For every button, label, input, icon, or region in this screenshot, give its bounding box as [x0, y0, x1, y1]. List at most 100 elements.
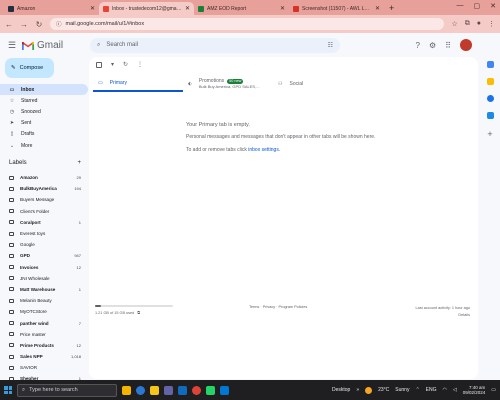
browser-menu-icon[interactable]: ⋮ — [488, 20, 495, 28]
edge-icon[interactable] — [136, 385, 145, 395]
browser-tab[interactable]: AMZ EOD Report ✕ — [194, 2, 289, 15]
label-item[interactable]: Client's Folder — [0, 206, 88, 217]
browser-tab[interactable]: Screenshot (11507) - AWL LAU... ✕ — [289, 2, 384, 15]
browser-tab[interactable]: Amazon ✕ — [4, 2, 99, 15]
whatsapp-icon[interactable] — [206, 385, 215, 395]
open-external-icon[interactable]: ⧉ — [137, 311, 140, 315]
label-item[interactable]: BulkBuyAmerica 194 — [0, 183, 88, 194]
teams-icon[interactable] — [164, 385, 173, 395]
sidebar-item-sent[interactable]: ➤ Sent — [0, 118, 88, 129]
desktop-label[interactable]: Desktop — [332, 387, 350, 393]
task-view-icon[interactable] — [122, 385, 131, 395]
close-tab-icon[interactable]: ✕ — [90, 5, 95, 12]
avatar[interactable] — [460, 39, 472, 51]
label-item[interactable]: Google — [0, 239, 88, 250]
label-name: GPD — [20, 253, 30, 259]
keep-icon[interactable] — [486, 78, 494, 85]
inbox-settings-link[interactable]: inbox settings. — [248, 147, 280, 153]
label-item[interactable]: GPD 947 — [0, 250, 88, 261]
tab-title: Primary — [109, 79, 127, 86]
site-info-icon[interactable]: ⓘ — [56, 20, 62, 28]
sidebar-item-more[interactable]: ⌄ More — [0, 140, 88, 151]
tab-primary[interactable]: ▭ Primary — [93, 75, 183, 92]
apps-grid-icon[interactable]: ⠿ — [445, 41, 451, 50]
extensions-icon[interactable]: ⧉ — [465, 20, 470, 28]
label-item[interactable]: Amazon 29 — [0, 172, 88, 183]
photos-icon[interactable] — [220, 385, 229, 395]
bookmark-star-icon[interactable]: ☆ — [451, 20, 457, 28]
close-tab-icon[interactable]: ✕ — [375, 5, 380, 12]
gmail-logo[interactable]: Gmail — [22, 40, 86, 51]
profile-icon[interactable]: ● — [477, 20, 481, 28]
label-item[interactable]: JNI Wholesale — [0, 273, 88, 284]
tray-arrow-icon[interactable]: ⌃ — [415, 387, 419, 393]
policy-links[interactable]: Terms · Privacy · Program Policies — [249, 305, 307, 309]
taskbar-search-input[interactable]: ⌕ Type here to search — [17, 383, 117, 397]
label-item[interactable]: Sales NPP 1,018 — [0, 351, 88, 362]
weather-text[interactable]: Sunny — [395, 387, 409, 393]
url-input[interactable]: ⓘ mail.google.com/mail/u/1/#inbox — [50, 18, 445, 30]
label-item[interactable]: Invoices 12 — [0, 262, 88, 273]
compose-button[interactable]: ✎ Compose — [5, 58, 54, 78]
sidebar-item-drafts[interactable]: ▯ Drafts — [0, 129, 88, 140]
select-dropdown-icon[interactable]: ▾ — [111, 61, 114, 68]
close-tab-icon[interactable]: ✕ — [280, 5, 285, 12]
contacts-icon[interactable] — [486, 112, 494, 119]
reload-icon[interactable]: ↻ — [35, 20, 43, 29]
help-icon[interactable]: ? — [416, 41, 420, 50]
sidebar-item-starred[interactable]: ☆ Starred — [0, 95, 88, 106]
sidebar-item-inbox[interactable]: ▭ Inbox — [0, 84, 88, 96]
close-window-button[interactable]: ✕ — [490, 2, 496, 10]
close-tab-icon[interactable]: ✕ — [185, 5, 190, 12]
search-options-icon[interactable]: ☷ — [328, 42, 333, 49]
sidebar-item-snoozed[interactable]: ◷ Snoozed — [0, 106, 88, 117]
file-explorer-icon[interactable] — [150, 385, 159, 395]
wifi-icon[interactable]: ◠ — [443, 387, 447, 393]
store-icon[interactable] — [178, 385, 187, 395]
tasks-icon[interactable] — [486, 95, 494, 102]
inbox-icon: ▭ — [9, 86, 15, 93]
calendar-icon[interactable] — [486, 61, 494, 68]
select-all-checkbox[interactable] — [96, 61, 102, 68]
settings-gear-icon[interactable]: ⚙ — [429, 41, 436, 50]
search-input[interactable]: ⌕ Search mail ☷ — [90, 37, 340, 53]
tab-social[interactable]: ⚇ Social — [273, 75, 363, 92]
label-name: Client's Folder — [20, 208, 50, 214]
search-icon[interactable]: ⌕ — [97, 42, 100, 49]
new-tab-button[interactable]: + — [384, 2, 399, 15]
add-addon-icon[interactable]: + — [487, 129, 492, 139]
back-icon[interactable]: ← — [5, 20, 13, 29]
sidebar-item-label: Starred — [21, 97, 38, 104]
windows-start-icon[interactable] — [4, 386, 12, 394]
details-link[interactable]: Details — [416, 312, 470, 319]
label-item[interactable]: Matt Warehouse 1 — [0, 284, 88, 295]
browser-tab[interactable]: Inbox - trustedecom12@gmail... ✕ — [99, 2, 194, 15]
label-item[interactable]: Everest toys — [0, 228, 88, 239]
main-menu-icon[interactable]: ☰ — [2, 40, 22, 51]
clock[interactable]: 7:40 am 09/02/2024 — [463, 385, 486, 396]
add-label-button[interactable]: + — [77, 160, 81, 166]
maximize-button[interactable]: ▢ — [474, 2, 481, 10]
label-item[interactable]: Prime Products 12 — [0, 340, 88, 351]
language-indicator[interactable]: ENG — [426, 387, 437, 393]
refresh-icon[interactable]: ↻ — [123, 61, 128, 68]
temperature[interactable]: 23°C — [378, 387, 389, 393]
notifications-icon[interactable]: ▭ — [491, 387, 496, 393]
label-item[interactable]: Price master — [0, 329, 88, 340]
storage-indicator: 1.21 GB of 15 GB used ⧉ — [95, 305, 173, 315]
browser-toolbar-icons: ☆ ⧉ ● ⋮ — [451, 20, 495, 28]
more-options-icon[interactable]: ⋮ — [137, 61, 143, 68]
chrome-icon[interactable] — [192, 385, 201, 395]
label-item[interactable]: MyOTCStore — [0, 306, 88, 317]
label-item[interactable]: Melanin Beauty — [0, 295, 88, 306]
label-item[interactable]: Buyers Message — [0, 194, 88, 205]
label-item[interactable]: Coralport 1 — [0, 217, 88, 228]
label-tag-icon — [9, 343, 14, 348]
label-item[interactable]: SAVIOR — [0, 362, 88, 373]
chevron-right-icon[interactable]: » — [356, 387, 359, 393]
forward-icon[interactable]: → — [20, 20, 28, 29]
tab-promotions[interactable]: ⬖ Promotions 50 new Bulk Buy America, GPD S… — [183, 75, 273, 92]
minimize-button[interactable]: — — [457, 2, 464, 10]
volume-icon[interactable]: ◁ — [453, 387, 457, 393]
label-item[interactable]: panther wind 7 — [0, 317, 88, 328]
